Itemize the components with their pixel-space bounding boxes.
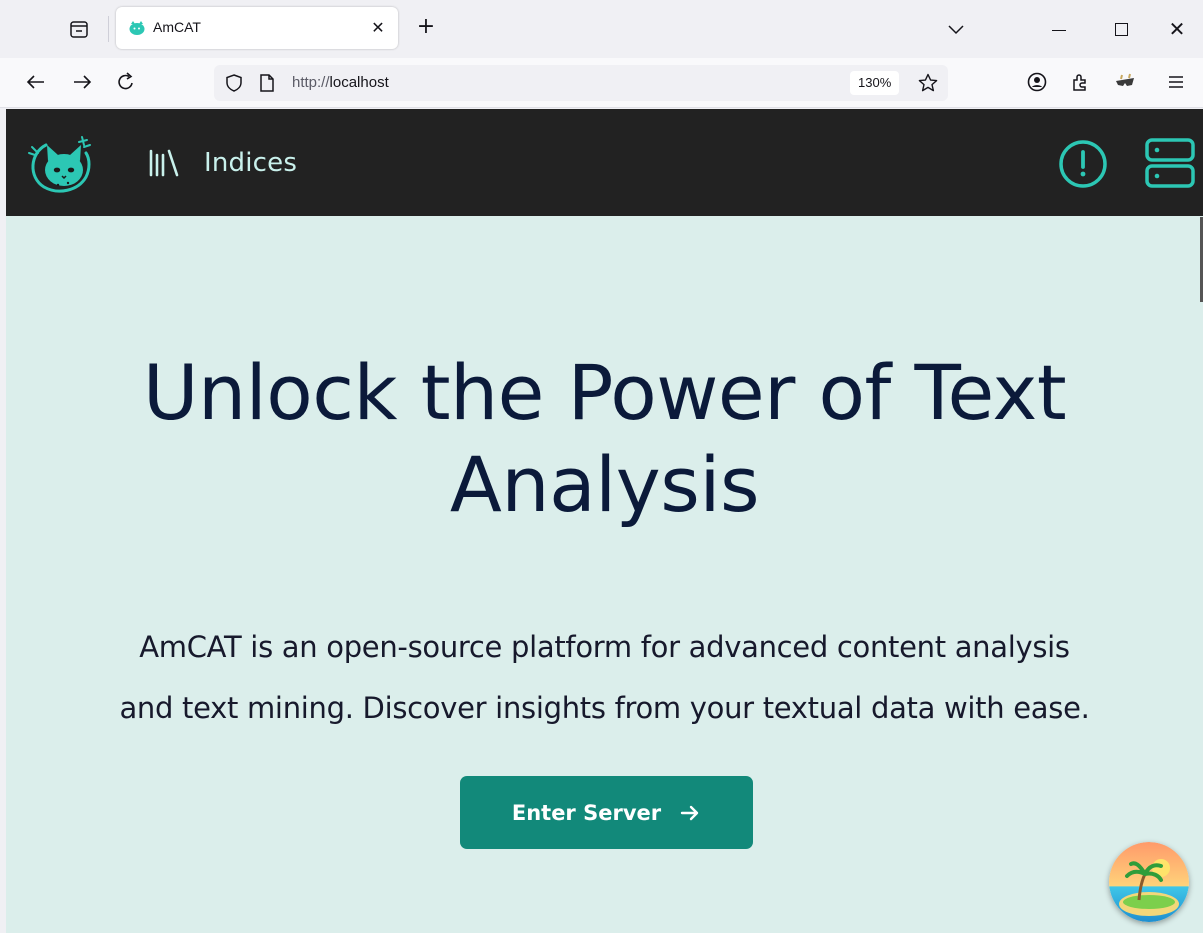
nav-label-indices: Indices	[204, 148, 298, 178]
account-icon[interactable]	[1025, 70, 1049, 94]
tab-strip: AmCAT ✕ + ✕	[0, 0, 1203, 58]
tab-separator	[108, 16, 109, 42]
reload-icon[interactable]	[114, 70, 138, 94]
star-icon[interactable]	[917, 72, 939, 94]
app-header: Indices	[6, 109, 1203, 216]
island-extension-icon[interactable]	[1109, 842, 1189, 922]
browser-tab-amcat[interactable]: AmCAT ✕	[116, 7, 398, 49]
zoom-level-badge[interactable]: 130%	[850, 71, 900, 95]
shield-icon[interactable]	[224, 73, 244, 93]
server-icon[interactable]	[1144, 137, 1196, 189]
amcat-logo-icon[interactable]	[24, 131, 102, 197]
new-tab-button[interactable]: +	[414, 16, 438, 40]
window-close-button[interactable]: ✕	[1166, 17, 1188, 41]
library-icon	[148, 149, 180, 177]
alert-circle-icon[interactable]	[1058, 139, 1108, 189]
url-text[interactable]: http://localhost	[292, 74, 389, 91]
hero-description: AmCAT is an open-source platform for adv…	[119, 630, 1090, 725]
chevron-down-icon[interactable]	[945, 20, 967, 38]
arrow-right-icon	[679, 802, 701, 824]
minimize-button[interactable]	[1052, 30, 1066, 31]
url-bar[interactable]: http://localhost 130%	[214, 65, 948, 101]
extension-shades-icon[interactable]	[1113, 70, 1137, 94]
page-viewport: Indices Unlock the Power of Text Analysis…	[6, 109, 1203, 933]
menu-icon[interactable]	[1164, 70, 1188, 94]
enter-server-label: Enter Server	[511, 800, 662, 825]
nav-link-indices[interactable]: Indices	[148, 145, 297, 181]
amcat-favicon-icon	[128, 20, 146, 36]
hero-title: Unlock the Power of Text Analysis	[142, 348, 1067, 529]
enter-server-button[interactable]: Enter Server	[460, 776, 753, 849]
extensions-icon[interactable]	[1068, 70, 1092, 94]
maximize-button[interactable]	[1115, 23, 1128, 36]
navigation-toolbar: http://localhost 130%	[0, 58, 1203, 108]
tab-title: AmCAT	[153, 19, 201, 35]
page-icon[interactable]	[258, 73, 276, 93]
forward-arrow-icon[interactable]	[70, 70, 94, 94]
tab-list-icon[interactable]	[68, 18, 90, 40]
back-arrow-icon[interactable]	[24, 70, 48, 94]
tab-close-icon[interactable]: ✕	[368, 18, 388, 38]
